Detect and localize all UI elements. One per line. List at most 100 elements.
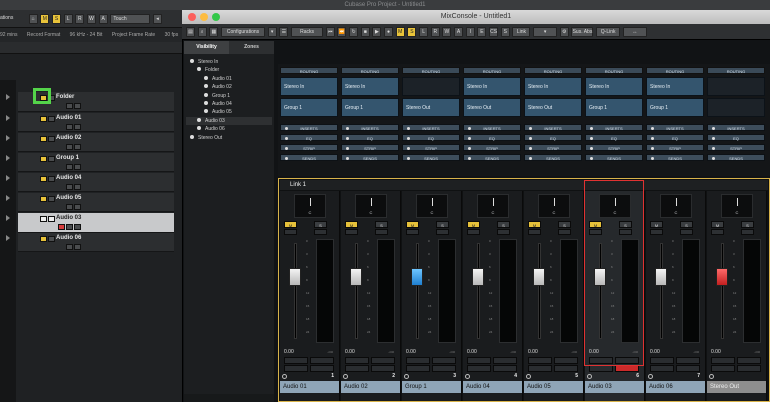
rack-power-icon[interactable] [468, 147, 471, 150]
monitor-button[interactable] [650, 357, 674, 364]
channel-write-button[interactable] [558, 229, 571, 235]
solo-button[interactable] [48, 156, 55, 162]
expand-icon[interactable] [6, 94, 10, 100]
rack-sends[interactable]: SENDS [463, 154, 521, 161]
channel-solo-button[interactable]: S [558, 221, 571, 228]
rack-power-icon[interactable] [590, 137, 593, 140]
read-button[interactable] [66, 103, 73, 109]
monitor-button[interactable] [345, 357, 369, 364]
link-select[interactable]: ▾ [533, 27, 558, 37]
visibility-item[interactable]: Stereo In [186, 58, 272, 66]
channel-solo-button[interactable]: S [314, 221, 327, 228]
rack-power-icon[interactable] [651, 147, 654, 150]
fader-value[interactable]: 0.00 [284, 349, 294, 355]
channel-solo-button[interactable]: S [436, 221, 449, 228]
mc-listen-button[interactable]: L [419, 27, 429, 37]
input-routing-button[interactable] [402, 77, 460, 96]
mute-button[interactable] [40, 176, 47, 182]
track-row[interactable]: Audio 01 [6, 113, 174, 132]
rack-inserts[interactable]: INSERTS [463, 124, 521, 131]
rack-power-icon[interactable] [590, 147, 593, 150]
solo-button[interactable] [48, 196, 55, 202]
visibility-dot-icon[interactable] [204, 92, 208, 97]
edit-button[interactable] [711, 365, 735, 372]
edit-button[interactable] [345, 365, 369, 372]
play-icon[interactable]: ▶ [372, 27, 382, 37]
track-row[interactable]: Audio 04 [6, 173, 174, 192]
pan-knob[interactable]: C [660, 194, 692, 218]
input-routing-button[interactable]: Stereo In [524, 77, 582, 96]
visibility-item[interactable]: Audio 01 [186, 75, 272, 83]
channel-solo-button[interactable]: S [741, 221, 754, 228]
mute-button[interactable]: M [40, 14, 50, 24]
rack-power-icon[interactable] [712, 127, 715, 130]
configurations-button[interactable]: Configurations [221, 27, 266, 37]
automation-mode-select[interactable]: Touch [110, 14, 151, 24]
mute-button[interactable] [40, 156, 47, 162]
rack-strip[interactable]: STRIP [280, 144, 338, 151]
edit-button[interactable] [650, 365, 674, 372]
rack-power-icon[interactable] [346, 127, 349, 130]
solo-button[interactable] [48, 116, 55, 122]
channel-record-button[interactable] [310, 365, 334, 372]
rack-eq[interactable]: EQ [402, 134, 460, 141]
record-enable-button[interactable] [371, 357, 395, 364]
channel-write-button[interactable] [497, 229, 510, 235]
mute-button[interactable] [40, 196, 47, 202]
rack-eq[interactable]: EQ [646, 134, 704, 141]
output-routing-button[interactable] [707, 98, 765, 117]
monitor-button[interactable] [528, 357, 552, 364]
channel-record-button[interactable] [737, 365, 761, 372]
rack-sends[interactable]: SENDS [585, 154, 643, 161]
channel-write-button[interactable] [741, 229, 754, 235]
read-button[interactable] [66, 204, 73, 210]
channel-write-button[interactable] [680, 229, 693, 235]
rack-power-icon[interactable] [285, 147, 288, 150]
channel-name[interactable]: Group 1 [402, 381, 461, 393]
expand-icon[interactable] [6, 215, 10, 221]
read-button[interactable] [66, 164, 73, 170]
channel-record-button[interactable] [676, 365, 700, 372]
mc-solo-button[interactable]: S [407, 27, 417, 37]
rack-power-icon[interactable] [285, 137, 288, 140]
mc-cs-button[interactable]: CS [489, 27, 499, 37]
rack-power-icon[interactable] [407, 147, 410, 150]
pan-knob[interactable]: C [416, 194, 448, 218]
sus-abs-button[interactable]: Sus. Abs [571, 27, 594, 37]
channel-record-button[interactable] [554, 365, 578, 372]
rack-power-icon[interactable] [651, 127, 654, 130]
solo-button[interactable] [48, 236, 55, 242]
input-routing-button[interactable]: Stereo In [585, 77, 643, 96]
rack-power-icon[interactable] [712, 137, 715, 140]
channel-name[interactable]: Audio 03 [585, 381, 644, 393]
monitor-button[interactable] [467, 357, 491, 364]
mc-s-button[interactable]: S [500, 27, 510, 37]
channel-name[interactable]: Audio 04 [463, 381, 522, 393]
rack-inserts[interactable]: INSERTS [646, 124, 704, 131]
rack-power-icon[interactable] [468, 157, 471, 160]
mc-write-button[interactable]: W [442, 27, 452, 37]
expand-icon[interactable] [6, 235, 10, 241]
output-routing-button[interactable]: Stereo Out [463, 98, 521, 117]
record-icon[interactable]: ● [384, 27, 394, 37]
visibility-dot-icon[interactable] [204, 109, 208, 114]
write-button[interactable] [74, 164, 81, 170]
channel-read-button[interactable] [650, 229, 663, 235]
expand-icon[interactable] [6, 115, 10, 121]
fader-handle[interactable] [472, 267, 484, 286]
rack-strip[interactable]: STRIP [524, 144, 582, 151]
rack-inserts[interactable]: INSERTS [280, 124, 338, 131]
status-record-format-label[interactable]: Record Format [27, 32, 60, 38]
mc-a-button[interactable]: A [454, 27, 464, 37]
monitor-button[interactable] [711, 357, 735, 364]
channel-nav-icon[interactable]: ↔ [622, 27, 647, 37]
channel-name[interactable]: Audio 06 [646, 381, 705, 393]
channel-name[interactable]: Stereo Out [707, 381, 766, 393]
expand-icon[interactable] [6, 135, 10, 141]
rack-power-icon[interactable] [651, 137, 654, 140]
visibility-dot-icon[interactable] [190, 59, 194, 63]
mc-read-button[interactable]: R [430, 27, 440, 37]
channel-write-button[interactable] [314, 229, 327, 235]
visibility-scrollbar[interactable] [184, 394, 274, 402]
visibility-dot-icon[interactable] [204, 75, 208, 80]
